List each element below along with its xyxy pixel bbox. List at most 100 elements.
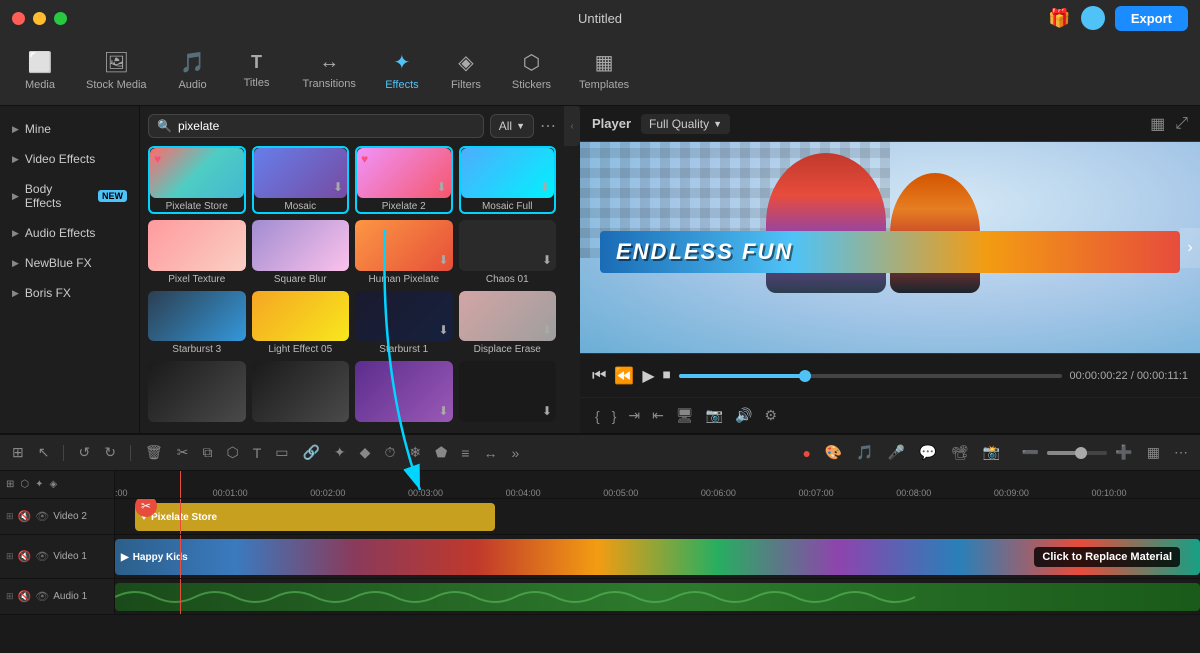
track-ctrl-icon2[interactable]: ⬡ (20, 479, 29, 490)
toolbar-effects[interactable]: ✦ Effects (372, 44, 432, 97)
split-icon[interactable]: ⬡ (222, 442, 242, 463)
link-icon[interactable]: 🔗 (298, 442, 323, 463)
cut-icon[interactable]: ✂ (173, 442, 193, 463)
bracket-open-icon[interactable]: { (592, 405, 603, 427)
zoom-slider[interactable] (1047, 451, 1107, 455)
effect-displace-erase[interactable]: ⬇ Displace Erase (459, 291, 557, 355)
sidebar-item-mine[interactable]: ▶ Mine (0, 114, 139, 144)
toolbar-filters[interactable]: ◈ Filters (436, 44, 496, 97)
mask-icon[interactable]: ⬟ (431, 442, 451, 463)
track-ctrl-icon3[interactable]: ✦ (35, 479, 43, 490)
toolbar-templates[interactable]: ▦ Templates (567, 44, 641, 97)
mute-icon[interactable]: 🔇 (18, 550, 32, 563)
sidebar-item-body-effects[interactable]: ▶ Body Effects NEW (0, 174, 139, 218)
more-icon[interactable]: » (507, 443, 523, 463)
audio-tl-icon[interactable]: 🎵 (852, 442, 877, 463)
audio-clip[interactable] (115, 583, 1200, 611)
effects-tl-icon[interactable]: ✦ (330, 442, 350, 463)
align-icon[interactable]: ⇥ (625, 404, 643, 427)
search-input[interactable] (178, 119, 475, 133)
effect-row4b[interactable] (252, 361, 350, 425)
effect-row4d[interactable]: ⬇ (459, 361, 557, 425)
more-options-icon[interactable]: ⋯ (540, 116, 556, 136)
freeze-icon[interactable]: ❄ (405, 442, 425, 463)
bracket-close-icon[interactable]: } (609, 405, 620, 427)
frame-back-button[interactable]: ⏪ (614, 366, 634, 386)
profile-icon[interactable] (1081, 6, 1105, 30)
text-icon[interactable]: T (249, 443, 266, 463)
arrow-icon[interactable]: ↔ (479, 443, 501, 463)
effect-human-pixelate[interactable]: ⬇ Human Pixelate (355, 220, 453, 284)
eye-icon[interactable]: 👁 (35, 590, 49, 603)
effect-pixelate-2[interactable]: ♥ ⬇ Pixelate 2 (355, 146, 453, 214)
undo-icon[interactable]: ↺ (74, 442, 94, 463)
toolbar-transitions[interactable]: ↔ Transitions (291, 45, 368, 96)
zoom-out-icon[interactable]: ➖ (1018, 442, 1043, 463)
eye-icon[interactable]: 👁 (35, 510, 49, 523)
more-tl-icon[interactable]: ⋯ (1170, 442, 1192, 463)
effect-chaos-01[interactable]: ⬇ Chaos 01 (459, 220, 557, 284)
rect-icon[interactable]: ▭ (271, 442, 292, 463)
camera-icon[interactable]: 📷 (703, 404, 726, 427)
next-frame-button[interactable]: › (1180, 228, 1200, 268)
effect-starburst-1[interactable]: ⬇ Starburst 1 (355, 291, 453, 355)
delete-icon[interactable]: 🗑 (141, 442, 167, 463)
snapshot-icon[interactable]: 📸 (978, 442, 1003, 463)
minimize-button[interactable] (33, 12, 46, 25)
video-clip[interactable]: ▶ Happy Kids Click to Replace Material (115, 539, 1200, 575)
track-ctrl-icon4[interactable]: ◈ (50, 479, 58, 490)
effect-mosaic-full[interactable]: ⬇ Mosaic Full (459, 146, 557, 214)
sidebar-item-newblue[interactable]: ▶ NewBlue FX (0, 248, 139, 278)
quality-select[interactable]: Full Quality ▼ (641, 114, 730, 134)
subtitle-icon[interactable]: 💬 (915, 442, 940, 463)
volume-icon[interactable]: 🔊 (732, 404, 755, 427)
grid-tl-icon[interactable]: ▦ (1143, 442, 1164, 463)
snap-icon[interactable]: ⊞ (8, 442, 28, 463)
search-filter[interactable]: All ▼ (490, 114, 534, 138)
play-button[interactable]: ▶ (642, 366, 654, 386)
effect-row4a[interactable] (148, 361, 246, 425)
close-button[interactable] (12, 12, 25, 25)
redo-icon[interactable]: ↻ (100, 442, 120, 463)
progress-bar[interactable] (679, 374, 1062, 378)
select-icon[interactable]: ↖ (34, 442, 54, 463)
effect-starburst-3[interactable]: Starburst 3 (148, 291, 246, 355)
expand-icon[interactable]: ⤢ (1175, 115, 1188, 133)
record-icon[interactable]: ● (798, 443, 814, 463)
color-icon[interactable]: 🎨 (821, 442, 846, 463)
align-icon2[interactable]: ⇤ (649, 404, 667, 427)
settings-icon[interactable]: ⚙ (762, 404, 781, 427)
grid-view-icon[interactable]: ▦ (1150, 114, 1165, 134)
toolbar-stock[interactable]: 🖼 Stock Media (74, 44, 159, 97)
eye-icon[interactable]: 👁 (35, 550, 49, 563)
timer-icon[interactable]: ⏱ (380, 442, 399, 463)
effect-mosaic[interactable]: ⬇ Mosaic (252, 146, 350, 214)
sidebar-item-audio-effects[interactable]: ▶ Audio Effects (0, 218, 139, 248)
adjust-icon[interactable]: ≡ (457, 443, 473, 463)
effect-clip[interactable]: ♥ Pixelate Store (135, 503, 495, 531)
mute-icon[interactable]: 🔇 (18, 510, 32, 523)
effect-square-blur[interactable]: Square Blur (252, 220, 350, 284)
maximize-button[interactable] (54, 12, 67, 25)
add-track-icon[interactable]: ⊞ (6, 479, 14, 490)
sidebar-item-boris[interactable]: ▶ Boris FX (0, 278, 139, 308)
mic-icon[interactable]: 🎤 (884, 442, 909, 463)
toolbar-audio[interactable]: 🎵 Audio (163, 44, 223, 97)
replace-tooltip[interactable]: Click to Replace Material (1034, 547, 1180, 567)
toolbar-titles[interactable]: T Titles (227, 46, 287, 95)
export-button[interactable]: Export (1115, 6, 1188, 31)
effect-pixel-texture[interactable]: Pixel Texture (148, 220, 246, 284)
keyframe-icon[interactable]: ◆ (356, 442, 375, 463)
mute-icon[interactable]: 🔇 (18, 590, 32, 603)
sidebar-item-video-effects[interactable]: ▶ Video Effects (0, 144, 139, 174)
crop-icon[interactable]: ⧉ (198, 442, 216, 463)
toolbar-stickers[interactable]: ⬡ Stickers (500, 44, 563, 97)
zoom-in-icon[interactable]: ➕ (1111, 442, 1136, 463)
effect-light-effect[interactable]: Light Effect 05 (252, 291, 350, 355)
stop-button[interactable]: ⏹ (663, 367, 671, 385)
skip-back-button[interactable]: ⏮ (592, 367, 606, 385)
gift-icon[interactable]: 🎁 (1048, 8, 1070, 29)
toolbar-media[interactable]: ⬜ Media (10, 44, 70, 97)
search-input-wrap[interactable]: 🔍 (148, 114, 484, 138)
panel-collapse-button[interactable]: ‹ (564, 106, 580, 146)
